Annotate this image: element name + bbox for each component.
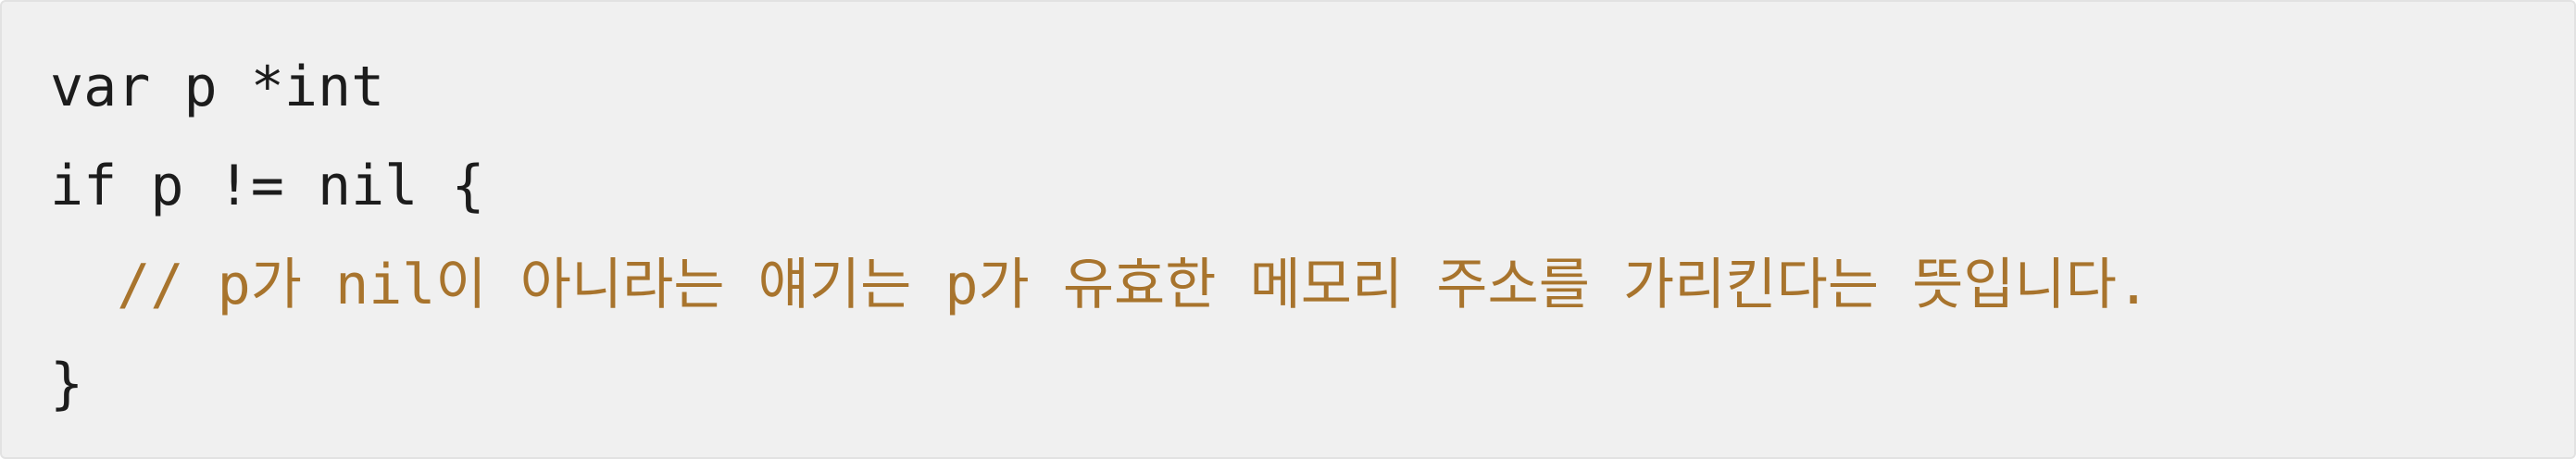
code-line-comment-row: // p가 nil이 아니라는 얘기는 p가 유효한 메모리 주소를 가리킨다는… xyxy=(50,248,2150,322)
code-comment: // p가 nil이 아니라는 얘기는 p가 유효한 메모리 주소를 가리킨다는… xyxy=(117,253,2151,317)
code-line-var-declaration: var p *int xyxy=(50,55,385,119)
code-line-if-statement: if p != nil { xyxy=(50,154,485,218)
code-line-closing-brace: } xyxy=(50,352,84,416)
code-block: var p *int if p != nil { // p가 nil이 아니라는… xyxy=(0,0,2576,459)
